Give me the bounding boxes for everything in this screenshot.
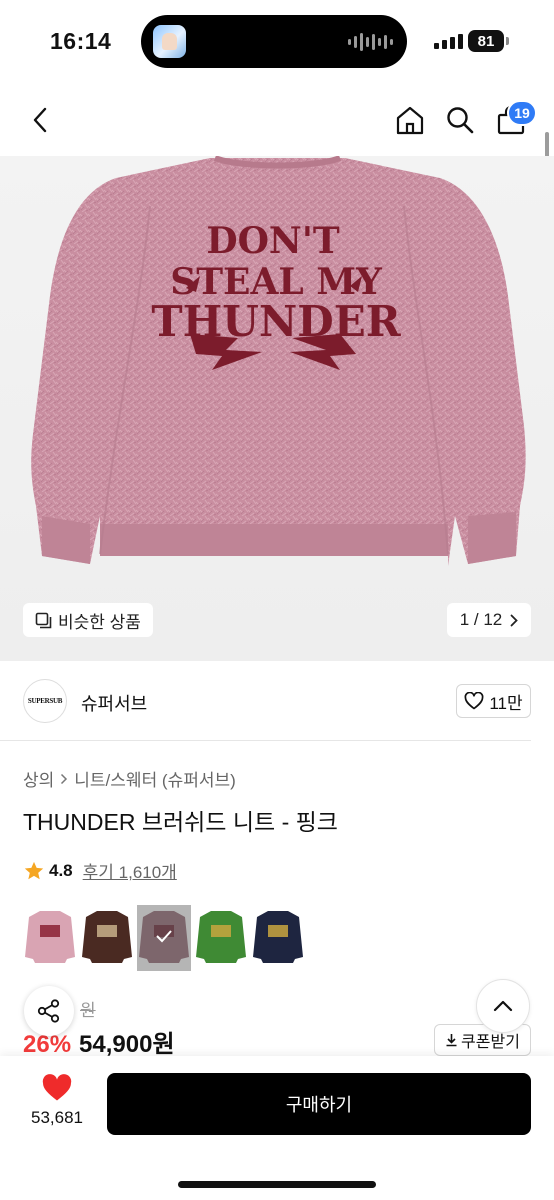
chevron-up-icon [493,1000,513,1012]
scroll-to-top-button[interactable] [476,979,530,1033]
brand-like-button[interactable]: 11만 [456,684,531,718]
search-button[interactable] [440,100,480,140]
home-icon [396,106,424,135]
brand-logo-text: SUPERSUB [27,697,63,705]
download-icon [446,1034,457,1047]
wishlist-count: 53,681 [31,1108,83,1127]
chevron-right-icon [510,614,519,626]
similar-products-label: 비슷한 상품 [58,612,141,632]
product-image-carousel[interactable]: DON'T STEAL MY THUNDER 비슷한 상품 1 / 12 [0,156,554,661]
print-line-1: DON'T [206,220,340,262]
search-icon [447,107,474,134]
back-button[interactable] [20,100,60,140]
star-icon [24,861,44,879]
swatch-thumbnail [196,911,246,963]
heart-filled-icon [42,1074,72,1101]
chevron-right-icon [61,773,68,784]
brand-row: SUPERSUB 슈퍼서브 11만 [0,661,531,741]
brand-name-link[interactable]: 슈퍼서브 [81,690,147,716]
wishlist-button[interactable] [41,1074,73,1107]
color-swatch[interactable] [194,905,248,971]
share-button[interactable] [24,986,74,1036]
product-title: THUNDER 브러쉬드 니트 - 핑크 [23,809,338,835]
product-rating[interactable]: 4.8 후기 1,610개 [23,858,177,883]
brand-logo[interactable]: SUPERSUB [23,679,67,723]
cellular-signal-icon [434,34,463,49]
dynamic-island[interactable] [141,15,407,68]
original-price: 원 [80,1001,96,1020]
swatch-thumbnail [253,911,303,963]
status-bar: 16:14 81 [0,0,554,84]
battery-icon: 81 [468,30,509,52]
top-navigation [0,84,554,156]
swatch-thumbnail [82,911,132,963]
now-playing-app-icon [153,25,186,58]
share-icon [37,999,60,1023]
breadcrumb: 상의 니트/스웨터 (슈퍼서브) [23,766,236,791]
breadcrumb-subcategory[interactable]: 니트/스웨터 (슈퍼서브) [74,766,236,791]
cart-count-badge: 19 [507,100,537,126]
review-count-link[interactable]: 후기 1,610개 [83,858,177,883]
color-option-list [23,905,305,971]
product-image: DON'T STEAL MY THUNDER [31,156,526,566]
status-time: 16:14 [50,28,112,54]
bottom-purchase-bar: 53,681 구매하기 [0,1056,554,1200]
breadcrumb-category[interactable]: 상의 [23,766,54,791]
image-page-indicator[interactable]: 1 / 12 [447,603,531,637]
page-indicator-text: 1 / 12 [459,610,503,629]
color-swatch[interactable] [137,905,191,971]
similar-items-icon [35,612,52,628]
color-swatch[interactable] [80,905,134,971]
color-swatch[interactable] [23,905,77,971]
heart-outline-icon [464,692,484,710]
home-indicator[interactable] [178,1181,376,1188]
battery-level: 81 [477,32,495,50]
chevron-left-icon [33,107,47,133]
similar-products-button[interactable]: 비슷한 상품 [23,603,153,637]
rating-score: 4.8 [49,860,73,880]
buy-button[interactable]: 구매하기 [107,1073,531,1135]
audio-waveform-icon [348,32,393,52]
check-icon [156,930,172,943]
home-button[interactable] [390,100,430,140]
brand-like-count: 11만 [489,693,523,713]
color-swatch[interactable] [251,905,305,971]
print-line-3: THUNDER [151,297,401,346]
sale-price: 54,900원 [79,1031,175,1058]
swatch-thumbnail [25,911,75,963]
